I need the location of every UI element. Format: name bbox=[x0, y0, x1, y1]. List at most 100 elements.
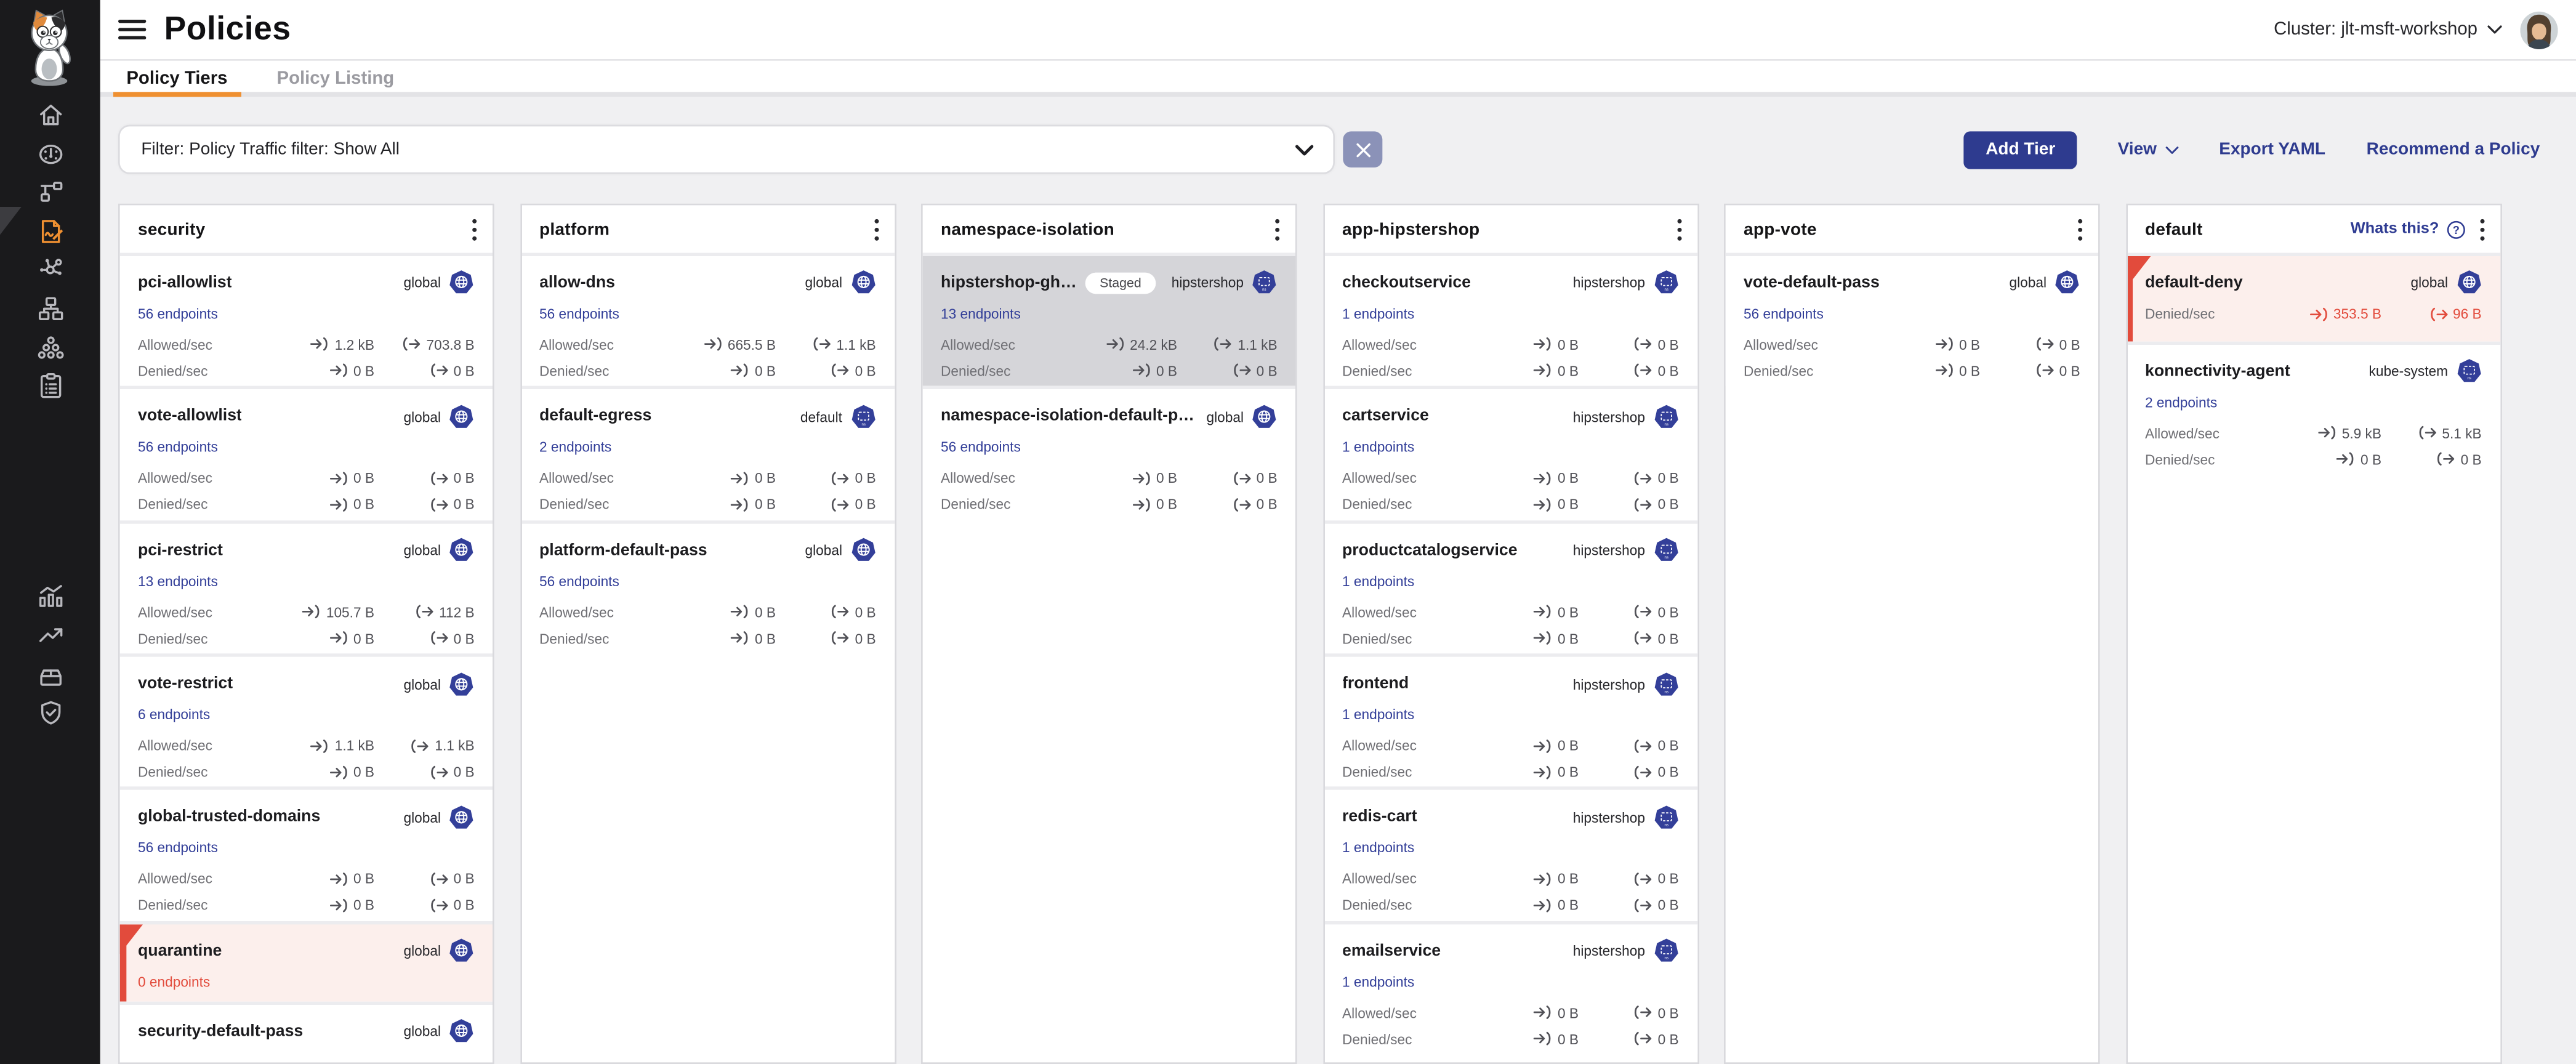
sidebar-item-service-graph[interactable] bbox=[35, 178, 65, 208]
whats-this-link[interactable]: Whats this?? bbox=[2351, 219, 2465, 239]
tab-policy-tiers[interactable]: Policy Tiers bbox=[113, 61, 241, 97]
policy-card-vote-default-pass[interactable]: vote-default-passglobal56 endpointsAllow… bbox=[1726, 252, 2098, 386]
endpoints-link[interactable]: 0 endpoints bbox=[138, 973, 210, 990]
policy-card-productcatalogservice[interactable]: productcatalogservicehipstershopns1 endp… bbox=[1324, 520, 1697, 653]
endpoints-link[interactable]: 13 endpoints bbox=[138, 573, 218, 589]
egress-arrow-icon bbox=[430, 497, 448, 512]
recommend-policy-button[interactable]: Recommend a Policy bbox=[2367, 140, 2540, 159]
egress-arrow-icon bbox=[430, 898, 448, 913]
policy-card-allow-dns[interactable]: allow-dnsglobal56 endpointsAllowed/sec66… bbox=[521, 252, 894, 386]
ingress-traffic-value: 0 B bbox=[281, 897, 374, 914]
metric-label: Allowed/sec bbox=[539, 470, 614, 486]
policy-card-konnectivity-agent[interactable]: konnectivity-agentkube-systemns2 endpoin… bbox=[2127, 341, 2500, 475]
dashboard-icon bbox=[35, 139, 65, 169]
egress-traffic-value: 0 B bbox=[1592, 630, 1678, 647]
traffic-metric-row: Allowed/sec0 B0 B bbox=[539, 603, 876, 620]
endpoints-link[interactable]: 56 endpoints bbox=[1744, 305, 1824, 322]
export-yaml-button[interactable]: Export YAML bbox=[2219, 140, 2325, 159]
policy-card-redis-cart[interactable]: redis-carthipstershopns1 endpointsAllowe… bbox=[1324, 788, 1697, 921]
policy-card-vote-allowlist[interactable]: vote-allowlistglobal56 endpointsAllowed/… bbox=[120, 386, 493, 520]
policy-traffic-filter-dropdown[interactable]: Filter: Policy Traffic filter: Show All bbox=[118, 125, 1335, 174]
sidebar-item-home[interactable] bbox=[35, 100, 65, 130]
kebab-menu-icon[interactable] bbox=[2077, 217, 2083, 240]
sidebar-item-inventory[interactable] bbox=[35, 659, 65, 689]
policy-card-cartservice[interactable]: cartservicehipstershopns1 endpointsAllow… bbox=[1324, 386, 1697, 520]
policy-card-security-default-pass[interactable]: security-default-passglobal bbox=[120, 1001, 493, 1064]
sidebar-item-statistics[interactable] bbox=[35, 582, 65, 611]
traffic-metric-row: Denied/sec0 B0 B bbox=[138, 496, 475, 513]
global-scope-badge-icon bbox=[448, 938, 475, 965]
svg-text:ns: ns bbox=[2466, 377, 2470, 381]
tab-policy-listing[interactable]: Policy Listing bbox=[264, 61, 407, 97]
policy-scope: hipstershop bbox=[1172, 275, 1244, 291]
policy-card-global-trusted-domains[interactable]: global-trusted-domainsglobal56 endpoints… bbox=[120, 788, 493, 921]
endpoints-link[interactable]: 6 endpoints bbox=[138, 706, 210, 723]
endpoints-link[interactable]: 2 endpoints bbox=[539, 439, 611, 456]
egress-arrow-icon bbox=[2437, 452, 2455, 467]
endpoints-link[interactable]: 56 endpoints bbox=[539, 573, 619, 589]
endpoints-link[interactable]: 2 endpoints bbox=[2145, 394, 2217, 411]
endpoints-link[interactable]: 1 endpoints bbox=[1342, 305, 1414, 322]
policy-card-namespace-isolation-default-p[interactable]: namespace-isolation-default-p…global56 e… bbox=[923, 386, 1295, 520]
metric-label: Denied/sec bbox=[1342, 363, 1412, 379]
sidebar-item-threat-defense[interactable] bbox=[35, 698, 65, 728]
user-avatar[interactable] bbox=[2520, 10, 2558, 48]
namespace-scope-badge-icon: ns bbox=[1251, 270, 1278, 296]
tier-name: namespace-isolation bbox=[941, 219, 1114, 239]
filter-clear-button[interactable] bbox=[1343, 131, 1382, 168]
sidebar-item-trends[interactable] bbox=[35, 621, 65, 650]
endpoints-link[interactable]: 56 endpoints bbox=[539, 305, 619, 322]
kebab-menu-icon[interactable] bbox=[1274, 217, 1281, 240]
metric-label: Allowed/sec bbox=[1744, 336, 1818, 353]
endpoints-link[interactable]: 1 endpoints bbox=[1342, 840, 1414, 856]
egress-traffic-value: 0 B bbox=[2394, 451, 2481, 468]
policy-card-pci-allowlist[interactable]: pci-allowlistglobal56 endpointsAllowed/s… bbox=[120, 252, 493, 386]
metric-label: Denied/sec bbox=[138, 897, 207, 914]
kebab-menu-icon[interactable] bbox=[872, 217, 879, 240]
sidebar-item-clusters[interactable] bbox=[35, 332, 65, 362]
endpoints-link[interactable]: 56 endpoints bbox=[138, 305, 218, 322]
cluster-selector[interactable]: Cluster: jlt-msft-workshop bbox=[2274, 20, 2502, 39]
ingress-traffic-value: 0 B bbox=[1485, 496, 1579, 513]
policy-card-frontend[interactable]: frontendhipstershopns1 endpointsAllowed/… bbox=[1324, 653, 1697, 787]
endpoints-link[interactable]: 1 endpoints bbox=[1342, 439, 1414, 456]
endpoints-link[interactable]: 13 endpoints bbox=[941, 305, 1021, 322]
policy-card-platform-default-pass[interactable]: platform-default-passglobal56 endpointsA… bbox=[521, 520, 894, 653]
kebab-menu-icon[interactable] bbox=[2478, 217, 2485, 240]
policy-card-checkoutservice[interactable]: checkoutservicehipstershopns1 endpointsA… bbox=[1324, 252, 1697, 386]
endpoints-link[interactable]: 1 endpoints bbox=[1342, 973, 1414, 990]
hamburger-menu-icon[interactable] bbox=[118, 19, 146, 41]
egress-traffic-value: 0 B bbox=[387, 470, 474, 486]
ingress-arrow-icon bbox=[2318, 426, 2336, 441]
endpoints-link[interactable]: 56 endpoints bbox=[138, 840, 218, 856]
view-menu-button[interactable]: View bbox=[2118, 140, 2178, 159]
trends-icon bbox=[35, 621, 65, 650]
policy-card-hipstershop-gh[interactable]: hipstershop-gh…Stagedhipstershopns13 end… bbox=[923, 252, 1295, 386]
endpoints-link[interactable]: 56 endpoints bbox=[941, 439, 1021, 456]
policy-card-pci-restrict[interactable]: pci-restrictglobal13 endpointsAllowed/se… bbox=[120, 520, 493, 653]
kebab-menu-icon[interactable] bbox=[1675, 217, 1682, 240]
kebab-menu-icon[interactable] bbox=[471, 217, 478, 240]
policy-card-emailservice[interactable]: emailservicehipstershopns1 endpointsAllo… bbox=[1324, 921, 1697, 1055]
sidebar-item-flow-visualizer[interactable] bbox=[35, 255, 65, 284]
ingress-traffic-value: 0 B bbox=[1485, 1005, 1579, 1022]
policy-card-default-egress[interactable]: default-egressdefaultns2 endpointsAllowe… bbox=[521, 386, 894, 520]
sidebar-item-policies[interactable] bbox=[35, 216, 65, 246]
endpoints-link[interactable]: 1 endpoints bbox=[1342, 573, 1414, 589]
policy-scope: hipstershop bbox=[1573, 275, 1645, 291]
policy-card-quarantine[interactable]: quarantineglobal0 endpoints bbox=[120, 921, 493, 1002]
namespace-scope-badge-icon: ns bbox=[1652, 537, 1679, 563]
sidebar-item-compliance-reports[interactable] bbox=[35, 371, 65, 401]
policy-name: frontend bbox=[1342, 675, 1409, 693]
policy-card-vote-restrict[interactable]: vote-restrictglobal6 endpointsAllowed/se… bbox=[120, 653, 493, 787]
ingress-arrow-icon bbox=[1534, 1032, 1552, 1047]
endpoints-link[interactable]: 56 endpoints bbox=[138, 439, 218, 456]
add-tier-button[interactable]: Add Tier bbox=[1965, 131, 2077, 168]
policy-card-default-deny[interactable]: default-denyglobalDenied/sec353.5 B96 B bbox=[2127, 252, 2500, 341]
sidebar-item-hierarchy[interactable] bbox=[35, 294, 65, 323]
namespace-scope-badge-icon: ns bbox=[1652, 938, 1679, 965]
namespace-scope-badge-icon: ns bbox=[1652, 270, 1679, 296]
tier-header: defaultWhats this?? bbox=[2127, 206, 2500, 253]
sidebar-item-dashboard[interactable] bbox=[35, 139, 65, 169]
endpoints-link[interactable]: 1 endpoints bbox=[1342, 706, 1414, 723]
